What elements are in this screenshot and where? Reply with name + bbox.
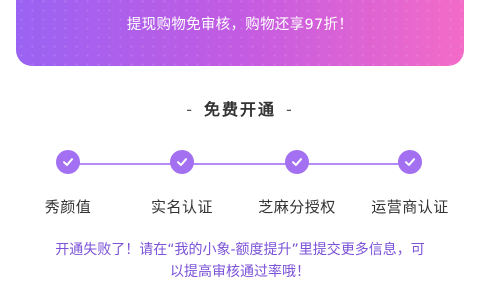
step-check-circle <box>398 150 422 174</box>
section-title: - 免费开通 - <box>0 96 480 120</box>
title-dash-left: - <box>186 100 194 119</box>
progress-steps: 秀颜值 实名认证 芝麻分授权 运营商认证 <box>0 150 480 220</box>
step-label: 运营商认证 <box>371 198 449 216</box>
check-icon <box>177 158 187 166</box>
section-title-text: 免费开通 <box>203 100 276 119</box>
step-face-verify: 秀颜值 <box>8 150 128 217</box>
step-label: 秀颜值 <box>44 198 92 216</box>
step-check-circle <box>285 150 309 174</box>
notice-line-1: 开通失败了！请在“我的小象-额度提升”里提交更多信息，可 <box>55 242 425 258</box>
step-label: 芝麻分授权 <box>258 198 336 216</box>
banner-text: 提现购物免审核，购物还享97折！ <box>126 17 354 33</box>
step-check-circle <box>56 150 80 174</box>
step-sesame-score: 芝麻分授权 <box>237 150 357 217</box>
step-carrier-verify: 运营商认证 <box>350 150 470 217</box>
failure-notice: 开通失败了！请在“我的小象-额度提升”里提交更多信息，可 以提高审核通过率哦！ <box>30 239 450 283</box>
step-realname: 实名认证 <box>122 150 242 217</box>
notice-line-2: 以提高审核通过率哦！ <box>170 264 310 280</box>
check-icon <box>63 158 73 166</box>
promo-banner: 提现购物免审核，购物还享97折！ <box>16 0 464 66</box>
title-dash-right: - <box>286 100 294 119</box>
step-check-circle <box>170 150 194 174</box>
check-icon <box>292 158 302 166</box>
step-label: 实名认证 <box>150 198 213 216</box>
check-icon <box>405 158 415 166</box>
